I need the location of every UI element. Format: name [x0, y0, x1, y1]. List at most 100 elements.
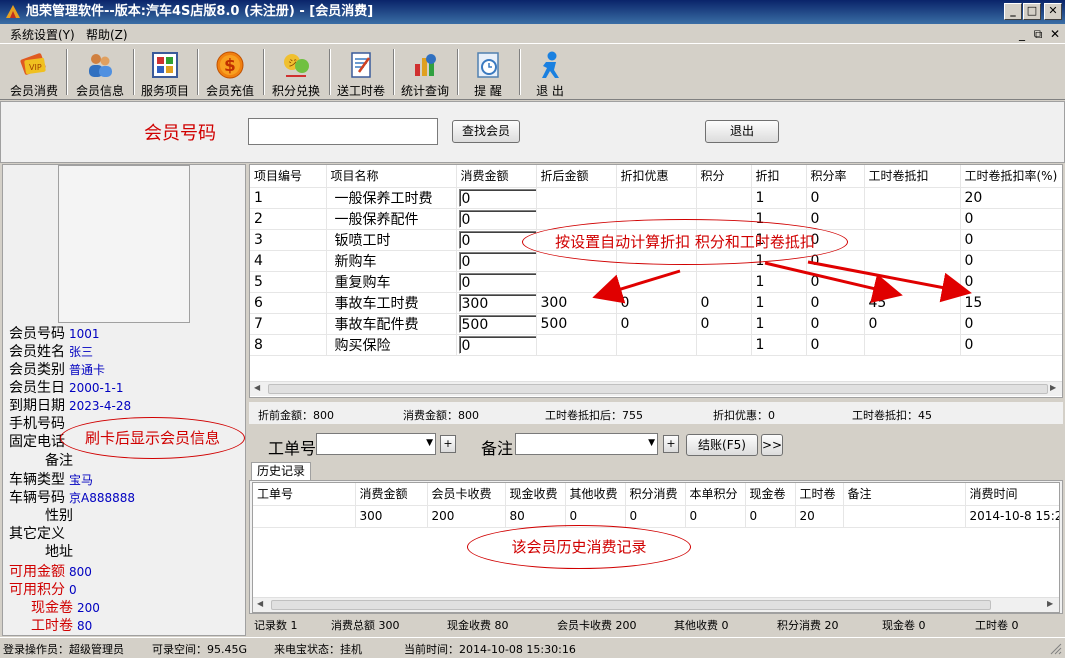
items-column-header[interactable]: 项目名称	[326, 165, 457, 188]
scrollbar-thumb[interactable]	[271, 600, 991, 610]
scrollbar-thumb[interactable]	[268, 384, 1048, 394]
menu-system-settings[interactable]: 系统设置(Y)	[10, 26, 75, 43]
history-column-header[interactable]: 会员卡收费	[427, 483, 506, 506]
items-cell[interactable]	[696, 271, 752, 293]
items-cell[interactable]: 45	[864, 292, 961, 314]
items-cell[interactable]: 0	[806, 334, 865, 356]
history-column-header[interactable]: 现金卷	[745, 483, 796, 506]
scroll-right-icon[interactable]: ▶	[1047, 599, 1053, 608]
items-cell[interactable]: 2	[250, 208, 327, 230]
items-cell[interactable]	[696, 334, 752, 356]
history-column-header[interactable]: 备注	[843, 483, 966, 506]
items-cell[interactable]: 事故车工时费	[326, 292, 457, 314]
consume-amount-input[interactable]: 0	[458, 188, 535, 207]
items-cell[interactable]: 1	[250, 187, 327, 209]
items-cell[interactable]	[536, 187, 617, 209]
history-column-header[interactable]: 消费时间	[965, 483, 1059, 506]
items-cell[interactable]: 1	[751, 187, 807, 209]
items-cell[interactable]: 0	[864, 313, 961, 335]
items-cell[interactable]	[864, 187, 961, 209]
items-cell[interactable]: 15	[960, 292, 1062, 314]
history-column-header[interactable]: 消费金额	[355, 483, 428, 506]
items-row[interactable]: 8 购买保险 0 1 0 0	[250, 334, 1062, 356]
remark-select[interactable]: ▼	[515, 433, 658, 455]
items-row[interactable]: 5 重复购车 0 1 0 0	[250, 271, 1062, 293]
items-cell[interactable]: 0	[696, 313, 752, 335]
items-cell[interactable]: 1	[751, 292, 807, 314]
items-cell[interactable]: 一般保养配件	[326, 208, 457, 230]
items-cell[interactable]: 0	[960, 208, 1062, 230]
history-column-header[interactable]: 本单积分	[685, 483, 746, 506]
toolbar-service-items-button[interactable]: 服务项目	[136, 47, 194, 98]
consume-amount-input[interactable]: 0	[458, 335, 535, 354]
items-cell[interactable]: 0	[806, 313, 865, 335]
toolbar-member-info-button[interactable]: 会员信息	[70, 47, 130, 98]
items-cell[interactable]: 钣喷工时	[326, 229, 457, 251]
items-cell[interactable]	[864, 271, 961, 293]
items-cell[interactable]: 300	[536, 292, 617, 314]
items-cell[interactable]: 8	[250, 334, 327, 356]
resize-grip-icon[interactable]	[1050, 643, 1062, 655]
items-column-header[interactable]: 项目编号	[250, 165, 327, 188]
scroll-left-icon[interactable]: ◀	[257, 599, 263, 608]
items-cell[interactable]: 0	[616, 292, 697, 314]
more-button[interactable]: >>	[761, 434, 783, 456]
history-column-header[interactable]: 工时卷	[795, 483, 844, 506]
items-cell[interactable]: 4	[250, 250, 327, 272]
items-cell[interactable]: 0	[616, 313, 697, 335]
history-column-header[interactable]: 现金收费	[505, 483, 566, 506]
items-cell[interactable]	[536, 334, 617, 356]
items-cell[interactable]: 1	[751, 271, 807, 293]
checkout-button[interactable]: 结账(F5)	[686, 434, 758, 456]
menu-help[interactable]: 帮助(Z)	[86, 26, 128, 43]
history-column-header[interactable]: 其他收费	[565, 483, 626, 506]
items-cell[interactable]	[864, 208, 961, 230]
items-column-header[interactable]: 积分	[696, 165, 752, 188]
add-work-order-button[interactable]: +	[440, 435, 456, 453]
scroll-right-icon[interactable]: ▶	[1050, 383, 1056, 392]
consume-amount-input[interactable]: 0	[458, 272, 535, 291]
items-cell[interactable]: 0	[806, 271, 865, 293]
items-cell[interactable]	[616, 271, 697, 293]
items-cell[interactable]: 5	[250, 271, 327, 293]
items-cell[interactable]	[536, 271, 617, 293]
items-column-header[interactable]: 工时卷抵扣率(%)	[960, 165, 1062, 188]
toolbar-member-recharge-button[interactable]: $ 会员充值	[200, 47, 260, 98]
items-cell[interactable]: 一般保养工时费	[326, 187, 457, 209]
member-number-input[interactable]	[248, 118, 438, 145]
add-remark-button[interactable]: +	[663, 435, 679, 453]
mdi-restore-button[interactable]: ⧉	[1031, 27, 1045, 42]
toolbar-reminder-button[interactable]: 提 醒	[460, 47, 516, 98]
items-cell[interactable]: 新购车	[326, 250, 457, 272]
items-column-header[interactable]: 工时卷抵扣	[864, 165, 961, 188]
toolbar-member-consume-button[interactable]: VIP 会员消费	[4, 47, 64, 98]
service-items-grid[interactable]: 项目编号 项目名称 消费金额 折后金额 折扣优惠 积分 折扣 积分率 工时卷抵扣 工时卷抵扣率(%…	[249, 164, 1063, 398]
mdi-close-button[interactable]: ✕	[1048, 27, 1062, 41]
items-cell[interactable]	[616, 334, 697, 356]
items-cell[interactable]: 0	[960, 271, 1062, 293]
scroll-left-icon[interactable]: ◀	[254, 383, 260, 392]
items-cell[interactable]: 0	[696, 292, 752, 314]
toolbar-points-exchange-button[interactable]: ジ 积分兑换	[266, 47, 326, 98]
items-column-header[interactable]: 折后金额	[536, 165, 617, 188]
items-row[interactable]: 7 事故车配件费 500 500 0 0 1 0 0 0	[250, 313, 1062, 335]
items-cell[interactable]	[616, 187, 697, 209]
items-cell[interactable]: 购买保险	[326, 334, 457, 356]
items-cell[interactable]	[864, 250, 961, 272]
items-cell[interactable]	[696, 187, 752, 209]
items-cell[interactable]: 500	[536, 313, 617, 335]
consume-amount-input[interactable]: 300	[458, 293, 535, 312]
items-cell[interactable]: 20	[960, 187, 1062, 209]
items-column-header[interactable]: 消费金额	[456, 165, 537, 188]
items-cell[interactable]: 7	[250, 313, 327, 335]
minimize-button[interactable]: _	[1004, 3, 1022, 20]
items-grid-horizontal-scrollbar[interactable]: ◀ ▶	[250, 381, 1062, 396]
items-column-header[interactable]: 积分率	[806, 165, 865, 188]
mdi-minimize-button[interactable]: _	[1015, 27, 1029, 41]
maximize-button[interactable]: □	[1023, 3, 1041, 20]
toolbar-exit-button[interactable]: 退 出	[522, 47, 578, 98]
items-cell[interactable]: 1	[751, 334, 807, 356]
items-row[interactable]: 6 事故车工时费 300 300 0 0 1 0 45 15	[250, 292, 1062, 314]
items-cell[interactable]: 事故车配件费	[326, 313, 457, 335]
items-row[interactable]: 1 一般保养工时费 0 1 0 20	[250, 187, 1062, 209]
